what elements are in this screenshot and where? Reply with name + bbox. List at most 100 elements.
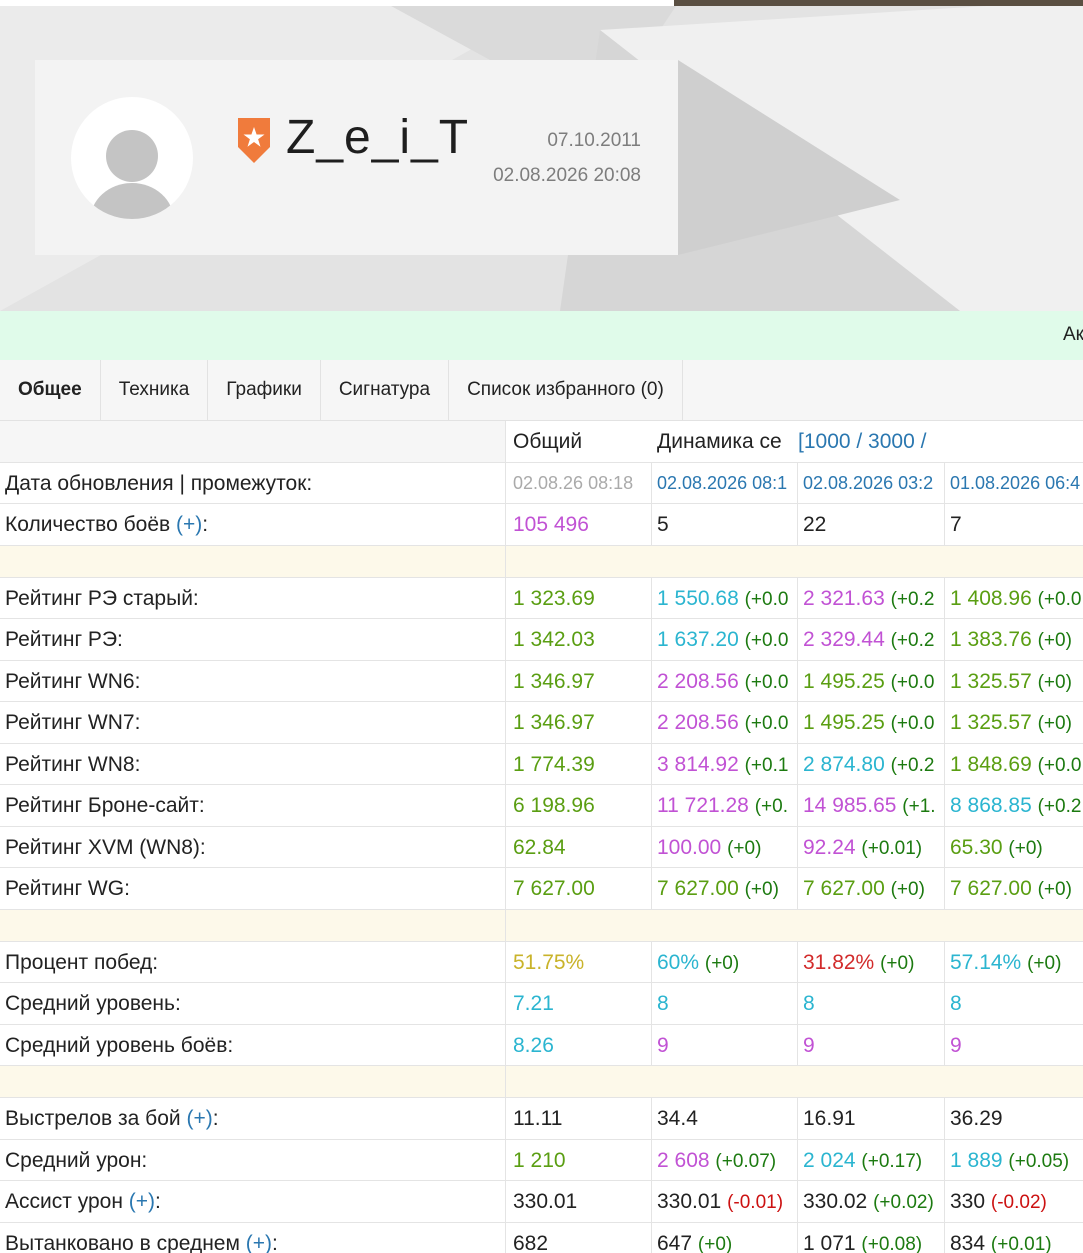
- header-label-cell: [0, 421, 506, 462]
- cell-period-1: 8: [652, 983, 798, 1024]
- cell-total: 02.08.26 08:18: [506, 462, 652, 503]
- cell-total: 6 198.96: [506, 785, 652, 826]
- cell-value: 1 495.25: [803, 669, 885, 693]
- table-row: Средний урон: 1 210 2 608 (+0.07) 2 024 …: [0, 1139, 1083, 1181]
- tab-favorites[interactable]: Список избранного (0): [449, 360, 683, 420]
- cell-value: 1 071: [803, 1231, 856, 1253]
- row-label: Выстрелов за бой (+):: [0, 1098, 506, 1139]
- tab-signature[interactable]: Сигнатура: [321, 360, 450, 420]
- player-nickname: Z_e_i_T: [286, 111, 470, 164]
- cell-delta: (+0): [1037, 671, 1072, 693]
- clan-badge-icon[interactable]: [235, 115, 273, 165]
- cell-period-3: 1 325.57 (+0): [945, 702, 1083, 743]
- cell-total: 330.01: [506, 1181, 652, 1222]
- cell-value: 1 889: [950, 1148, 1003, 1172]
- header-total: Общий: [513, 430, 583, 453]
- cell-period-2: 16.91: [798, 1098, 945, 1139]
- expand-link[interactable]: (+): [129, 1190, 155, 1213]
- separator-cell: [0, 545, 506, 577]
- cell-period-3[interactable]: 01.08.2026 06:4: [945, 463, 1083, 504]
- cell-period-2: 2 024 (+0.17): [798, 1139, 945, 1180]
- tab-vehicles[interactable]: Техника: [101, 360, 209, 420]
- cell-period-2: 92.24 (+0.01): [798, 826, 945, 867]
- cell-value: 7 627.00: [950, 877, 1032, 900]
- cell-period-1[interactable]: 02.08.2026 08:1: [652, 462, 798, 503]
- section-separator: [0, 1066, 1083, 1098]
- registration-date: 07.10.2011: [547, 130, 641, 151]
- row-label-text: Вытанковано в среднем: [5, 1231, 240, 1253]
- cell-delta: (-0.02): [990, 1192, 1047, 1213]
- cell-total: 1 323.69: [506, 577, 652, 618]
- tab-general[interactable]: Общее: [0, 360, 101, 420]
- cell-period-3: 7 627.00 (+0): [945, 868, 1083, 909]
- table-row: Вытанковано в среднем (+): 682 647 (+0) …: [0, 1222, 1083, 1253]
- cell-period-2: 31.82% (+0): [798, 941, 945, 982]
- row-label: Средний уровень:: [0, 983, 506, 1024]
- cell-value: 2 208.56: [657, 669, 739, 693]
- row-label: Рейтинг WN8:: [0, 743, 506, 784]
- header-dynamics-label: Динамика се: [657, 430, 782, 453]
- tab-charts[interactable]: Графики: [208, 360, 321, 420]
- cell-period-1: 34.4: [652, 1098, 798, 1139]
- table-row: Дата обновления | промежуток: 02.08.26 0…: [0, 462, 1083, 504]
- cell-value: 2 321.63: [803, 586, 885, 610]
- cell-delta: (+0): [1027, 952, 1062, 974]
- cell-total: 1 210: [506, 1139, 652, 1180]
- cell-value: 834: [950, 1231, 986, 1253]
- row-label-text: Ассист урон: [5, 1190, 123, 1213]
- cell-delta: (+0.08): [861, 1233, 923, 1253]
- cell-value: 7 627.00: [657, 877, 739, 900]
- cell-period-2: 1 071 (+0.08): [798, 1222, 945, 1253]
- announcement-text[interactable]: Ак: [1063, 324, 1083, 346]
- row-label: Количество боёв (+):: [0, 504, 506, 545]
- row-label: Рейтинг WN7:: [0, 702, 506, 743]
- cell-value: 1 408.96: [950, 586, 1032, 610]
- cell-total: 62.84: [506, 826, 652, 867]
- cell-total: 51.75%: [506, 941, 652, 982]
- stats-table: Общий Динамика се [1000 / 3000 / Дата обн…: [0, 421, 1083, 1253]
- avatar[interactable]: [71, 97, 193, 219]
- expand-link[interactable]: (+): [186, 1107, 212, 1130]
- cell-value: 647: [657, 1231, 693, 1253]
- cell-period-1: 330.01 (-0.01): [652, 1181, 798, 1222]
- cell-total: 11.11: [506, 1098, 652, 1139]
- expand-link[interactable]: (+): [176, 513, 202, 536]
- row-label: Дата обновления | промежуток:: [0, 462, 506, 503]
- avatar-placeholder-icon: [90, 130, 174, 219]
- cell-value: 1 637.20: [657, 628, 739, 651]
- cell-period-2[interactable]: 02.08.2026 03:2: [798, 462, 945, 503]
- table-row: Средний уровень: 7.21 8 8 8: [0, 983, 1083, 1025]
- header-dynamics-link[interactable]: [1000 / 3000 /: [798, 430, 926, 453]
- last-update-date: 02.08.2026 20:08: [493, 165, 641, 186]
- cell-delta: (+0): [697, 1233, 733, 1253]
- section-separator: [0, 545, 1083, 578]
- table-row: Количество боёв (+): 105 496 5 22 7: [0, 504, 1083, 546]
- cell-value: 2 024: [803, 1148, 856, 1172]
- cell-delta: (+0.01): [861, 837, 923, 859]
- row-label: Вытанковано в среднем (+):: [0, 1222, 506, 1253]
- cell-period-3: 9: [950, 1033, 962, 1057]
- cell-delta: (+0.: [754, 796, 788, 817]
- cell-value: 2 208.56: [657, 711, 739, 734]
- cell-period-3: 1 383.76 (+0): [945, 619, 1083, 660]
- cell-period-2: 22: [798, 504, 945, 545]
- cell-period-3: 1 889 (+0.05): [945, 1140, 1083, 1181]
- cell-total: 7 627.00: [506, 868, 652, 909]
- separator-cell: [0, 909, 506, 941]
- row-label-colon: :: [155, 1190, 161, 1213]
- row-label-text: Выстрелов за бой: [5, 1107, 181, 1130]
- cell-value: 330.01: [657, 1190, 722, 1213]
- cell-total: 1 346.97: [506, 702, 652, 743]
- cell-delta: (+0): [1008, 837, 1043, 859]
- row-label: Средний урон:: [0, 1139, 506, 1180]
- tab-bar: Общее Техника Графики Сигнатура Список и…: [0, 360, 1083, 421]
- row-label: Рейтинг WN6:: [0, 660, 506, 701]
- cell-value: 2 329.44: [803, 628, 885, 651]
- cell-period-1: 7 627.00 (+0): [652, 868, 798, 909]
- cell-value: 1 383.76: [950, 628, 1032, 651]
- cell-total: 7.21: [506, 983, 652, 1024]
- row-label: Средний уровень боёв:: [0, 1024, 506, 1065]
- expand-link[interactable]: (+): [246, 1232, 272, 1253]
- cell-value: 14 985.65: [803, 794, 897, 817]
- cell-delta: (+0.17): [861, 1150, 923, 1172]
